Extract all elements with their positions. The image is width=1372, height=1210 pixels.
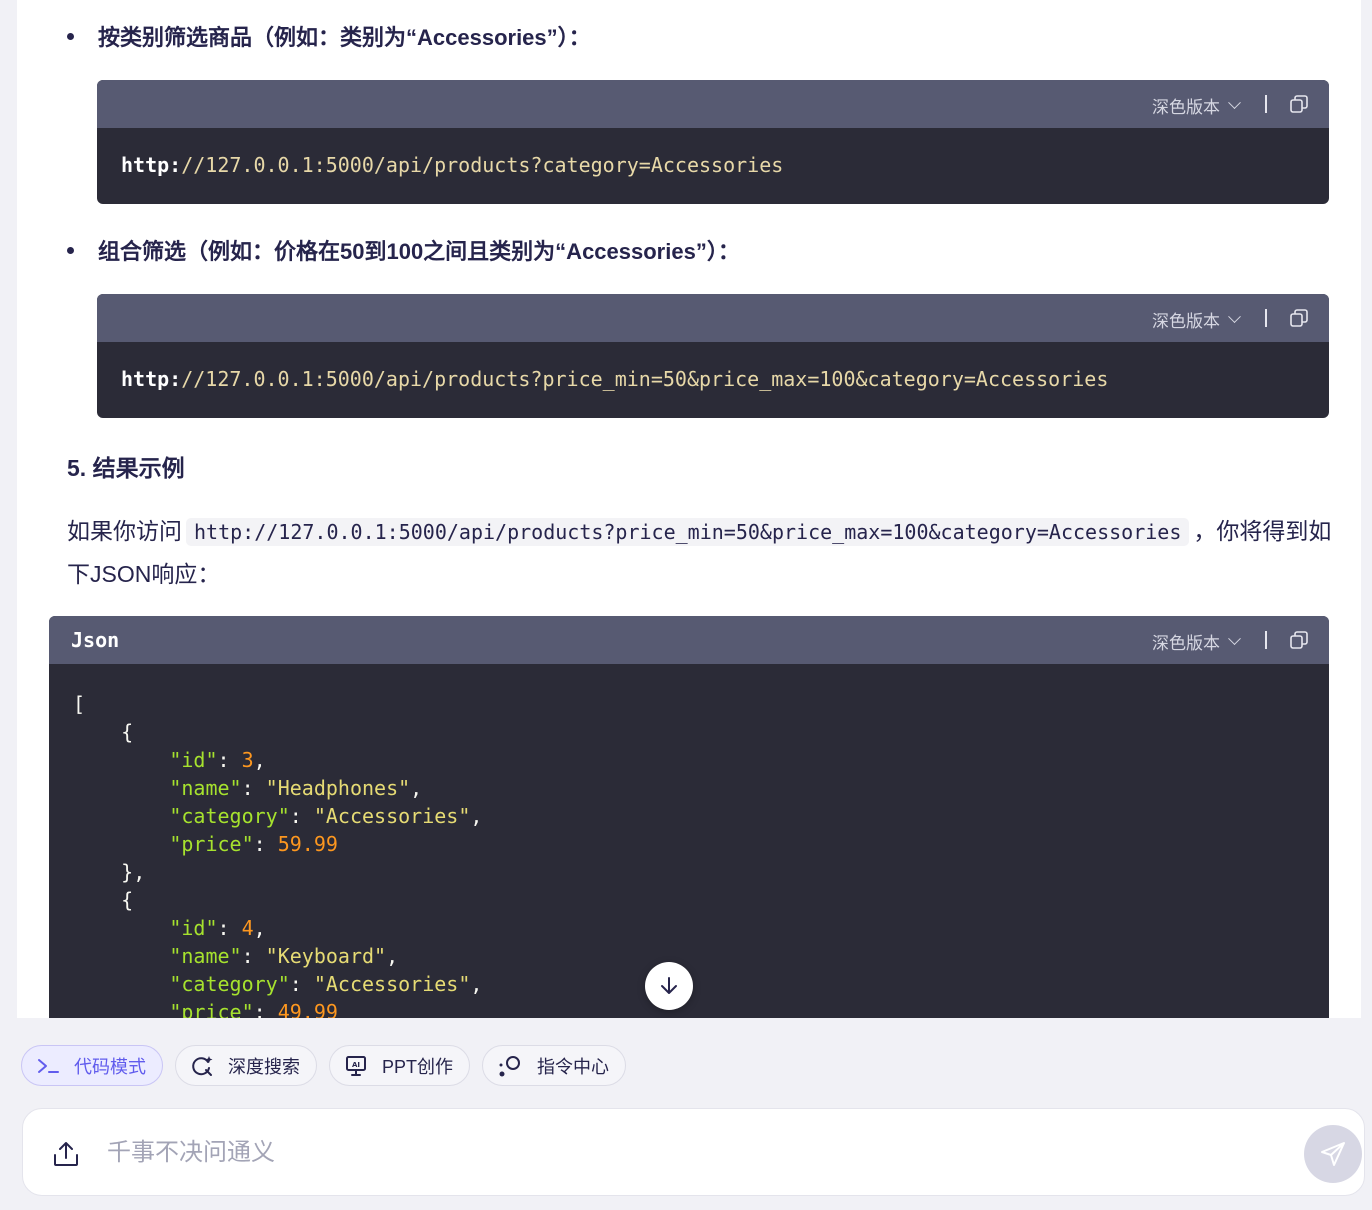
inline-code: http://127.0.0.1:5000/api/products?price… [186,518,1190,546]
json-key: "category" [169,972,290,996]
terminal-icon [38,1058,59,1073]
url-scheme: http: [121,367,182,391]
code-language: Json [71,628,120,652]
divider [1265,309,1267,327]
json-value: 3 [241,748,254,772]
list-item-text: 按类别筛选商品（例如：类别为“Accessories”）： [98,25,591,50]
tool-command-center[interactable]: 指令中心 [482,1045,627,1086]
json-value: 4 [241,916,254,940]
copy-icon[interactable] [1289,308,1309,328]
send-icon [1321,1142,1345,1166]
code-content: http://127.0.0.1:5000/api/products?price… [97,342,1329,393]
json-key: "name" [169,944,242,968]
json-key: "id" [169,916,218,940]
theme-dropdown[interactable]: 深色版本 [1152,629,1241,654]
divider [1265,631,1267,649]
bullet-dot [67,32,74,40]
send-button[interactable] [1304,1125,1362,1183]
prompt-input[interactable] [107,1131,1257,1175]
url-path: //127.0.0.1:5000/api/products?category=A… [181,153,784,177]
theme-dropdown[interactable]: 深色版本 [1152,93,1241,118]
url-scheme: http: [121,153,182,177]
arrow-down-icon [661,977,677,994]
divider [1265,95,1267,113]
tool-code-mode[interactable]: 代码模式 [21,1045,163,1086]
theme-label: 深色版本 [1152,98,1220,117]
json-value: 59.99 [277,832,338,856]
theme-label: 深色版本 [1152,312,1220,331]
tool-label: 指令中心 [537,1056,610,1077]
code-content: http://127.0.0.1:5000/api/products?categ… [97,128,1329,179]
tool-label: 代码模式 [74,1056,146,1077]
command-center-icon [499,1055,521,1076]
json-value: 49.99 [277,1000,338,1018]
chat-panel: 按类别筛选商品（例如：类别为“Accessories”）： 深色版本 http:… [17,0,1361,1018]
upload-icon[interactable] [51,1139,81,1169]
copy-icon[interactable] [1289,94,1309,114]
theme-dropdown[interactable]: 深色版本 [1152,307,1241,332]
deep-search-icon [192,1055,213,1076]
json-value: "Keyboard" [265,944,387,968]
list-item: 组合筛选（例如：价格在50到100之间且类别为“Accessories”）： [67,234,740,266]
json-key: "category" [169,804,290,828]
tool-bar: 代码模式 深度搜索 AI PPT创作 指令中心 [21,1045,627,1086]
json-key: "price" [169,1000,254,1018]
code-block: 深色版本 http://127.0.0.1:5000/api/products?… [97,294,1329,418]
list-item-text: 组合筛选（例如：价格在50到100之间且类别为“Accessories”）： [98,239,740,264]
list-item: 按类别筛选商品（例如：类别为“Accessories”）： [67,20,591,52]
bullet-dot [67,246,74,254]
chevron-down-icon [1228,632,1241,646]
svg-text:AI: AI [352,1061,360,1069]
code-header: 深色版本 [97,80,1329,128]
chat-input-box [22,1108,1365,1196]
paragraph-text: 如果你访问 [67,518,182,544]
code-block: 深色版本 http://127.0.0.1:5000/api/products?… [97,80,1329,204]
json-value: "Accessories" [313,972,471,996]
json-key: "id" [169,748,218,772]
tool-label: PPT创作 [382,1056,454,1077]
json-code-block: Json 深色版本 [ { "id": 3, "name": "Headphon… [49,616,1329,1018]
tool-deep-search[interactable]: 深度搜索 [175,1045,317,1086]
json-key: "name" [169,776,242,800]
json-key: "price" [169,832,254,856]
chevron-down-icon [1228,96,1241,110]
tool-ppt[interactable]: AI PPT创作 [329,1045,471,1086]
json-content: [ { "id": 3, "name": "Headphones", "cate… [49,664,1329,1018]
json-value: "Accessories" [313,804,471,828]
chevron-down-icon [1228,310,1241,324]
url-path: //127.0.0.1:5000/api/products?price_min=… [181,367,1109,391]
json-value: "Headphones" [265,776,411,800]
theme-label: 深色版本 [1152,634,1220,653]
scroll-down-button[interactable] [645,962,693,1010]
presentation-icon: AI [346,1055,366,1076]
paragraph: 如果你访问 http://127.0.0.1:5000/api/products?… [67,510,1347,595]
copy-icon[interactable] [1289,630,1309,650]
tool-label: 深度搜索 [228,1056,300,1077]
section-title: 5. 结果示例 [67,455,185,481]
code-header: 深色版本 [97,294,1329,342]
code-header: Json 深色版本 [49,616,1329,664]
